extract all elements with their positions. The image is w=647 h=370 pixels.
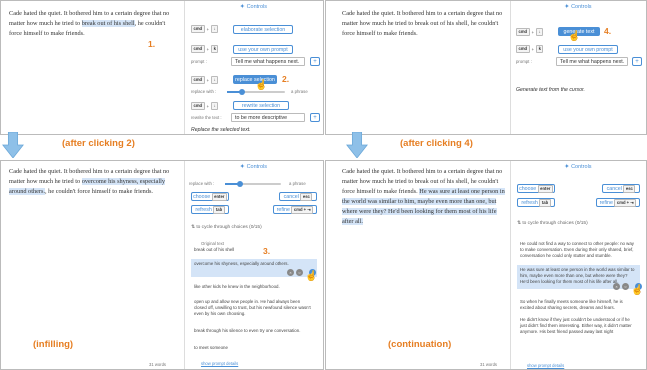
- word-count: 31 words: [149, 362, 166, 367]
- rewrite-input[interactable]: to be more descriptive: [231, 113, 305, 122]
- controls-header: ✦ Controls: [564, 164, 592, 170]
- prompt-label: prompt :: [191, 59, 207, 64]
- shortcut-replace: cmd + ↓: [191, 76, 219, 84]
- use-prompt-button[interactable]: use your own prompt: [233, 45, 293, 54]
- a-phrase-label: a phrase: [291, 89, 308, 94]
- refresh-button[interactable]: refresh tab: [517, 198, 555, 207]
- edit-icon[interactable]: ○: [622, 283, 629, 290]
- replace-length-slider[interactable]: [225, 181, 281, 187]
- replace-with-label: replace with :: [191, 89, 217, 94]
- caption-continuation: (continuation): [388, 339, 452, 350]
- sparkle-icon: ✦: [239, 164, 245, 170]
- show-prompt-link[interactable]: show prompt details: [527, 363, 564, 368]
- cancel-button[interactable]: cancel esc: [279, 192, 317, 201]
- reject-icon[interactable]: ×: [613, 283, 620, 290]
- cycle-hint: ⇅ to cycle through choices (0/15): [191, 225, 262, 230]
- choice-item[interactable]: He could not find a way to connect to ot…: [517, 239, 640, 261]
- controls-header: ✦ Controls: [239, 164, 268, 170]
- caption-after-clicking-4: (after clicking 4): [400, 138, 473, 149]
- annotation-1: 1.: [148, 39, 156, 49]
- editor-text[interactable]: Cade hated the quiet. It bothered him to…: [342, 167, 508, 227]
- shortcut-rewrite: cmd + ↓: [191, 102, 219, 110]
- cursor-hand-icon: ☝: [255, 80, 268, 91]
- replace-length-slider[interactable]: [227, 89, 285, 95]
- reject-icon[interactable]: ×: [287, 269, 294, 276]
- shortcut-elaborate: cmd + ↓: [191, 25, 219, 33]
- rewrite-label: rewrite the text :: [191, 115, 222, 120]
- status-message: Replace the selected text.: [191, 127, 251, 133]
- caption-infilling: (infilling): [33, 339, 74, 350]
- cursor-hand-icon: ☝: [631, 285, 644, 296]
- panel-top-right: Cade hated the quiet. It bothered him to…: [325, 0, 647, 135]
- add-prompt-button[interactable]: +: [310, 57, 320, 66]
- annotation-2: 2.: [282, 74, 290, 84]
- word-count: 31 words: [480, 362, 497, 367]
- sparkle-icon: ✦: [239, 4, 245, 10]
- editor-text[interactable]: Cade hated the quiet. It bothered him to…: [9, 9, 179, 39]
- down-arrow-icon: [2, 132, 24, 158]
- sparkle-icon: ✦: [564, 4, 570, 10]
- add-prompt-button[interactable]: +: [632, 57, 642, 66]
- sparkle-icon: ✦: [564, 164, 570, 170]
- annotation-3: 3.: [263, 246, 271, 256]
- controls-header: ✦ Controls: [239, 4, 268, 10]
- prompt-label: prompt :: [516, 59, 532, 64]
- add-rewrite-button[interactable]: +: [310, 113, 320, 122]
- choice-item[interactable]: He didn't know if they just couldn't be …: [517, 315, 640, 337]
- cursor-hand-icon: ☝: [305, 271, 318, 282]
- caption-after-clicking-2: (after clicking 2): [62, 138, 135, 149]
- shortcut-generate: cmd + ↓: [516, 28, 544, 36]
- choice-item[interactable]: break out of his shell: [191, 245, 317, 255]
- choice-item[interactable]: open up and allow new people in. He had …: [191, 297, 317, 319]
- prompt-input[interactable]: Tell me what happens next.: [556, 57, 628, 66]
- choices-list: Original text break out of his shell 3. …: [185, 233, 323, 369]
- use-prompt-button[interactable]: use your own prompt: [558, 45, 618, 54]
- prompt-input[interactable]: Tell me what happens next.: [231, 57, 305, 66]
- controls-header: ✦ Controls: [564, 4, 592, 10]
- cancel-button[interactable]: cancel esc: [602, 184, 640, 193]
- rewrite-button[interactable]: rewrite selection: [233, 101, 289, 110]
- elaborate-button[interactable]: elaborate selection: [233, 25, 293, 34]
- a-phrase-label: a phrase: [289, 181, 306, 186]
- choice-item[interactable]: So when he finally meets someone like hi…: [517, 297, 640, 313]
- refine-button[interactable]: refine cmd + ⇥: [273, 205, 317, 214]
- panel-top-left: Cade hated the quiet. It bothered him to…: [0, 0, 324, 135]
- divider: [184, 1, 185, 134]
- panel-bottom-right: Cade hated the quiet. It bothered him to…: [325, 160, 647, 370]
- panel-bottom-left: Cade hated the quiet. It bothered him to…: [0, 160, 324, 370]
- choose-button[interactable]: choose enter: [191, 192, 229, 201]
- replace-with-label: replace with :: [189, 181, 215, 186]
- choice-item[interactable]: to meet someone: [191, 343, 317, 353]
- status-message: Generate text from the cursor.: [516, 87, 586, 93]
- choice-item[interactable]: break through his silence to even try on…: [191, 326, 317, 336]
- cycle-hint: ⇅ to cycle through choices (0/15): [517, 221, 588, 226]
- shortcut-prompt: cmd + k: [191, 45, 219, 53]
- editor-text[interactable]: Cade hated the quiet. It bothered him to…: [342, 9, 508, 39]
- text-selection[interactable]: break out of his shell: [81, 20, 135, 27]
- refresh-button[interactable]: refresh tab: [191, 205, 229, 214]
- annotation-4: 4.: [604, 26, 612, 36]
- divider: [510, 1, 511, 134]
- choice-item[interactable]: like other kids he knew in the neighborh…: [191, 282, 317, 292]
- shortcut-prompt: cmd + k: [516, 45, 544, 53]
- down-arrow-icon: [346, 132, 368, 158]
- cursor-hand-icon: ☝: [568, 31, 581, 42]
- show-prompt-link[interactable]: show prompt details: [201, 361, 238, 366]
- choices-list: He could not find a way to connect to ot…: [511, 237, 646, 369]
- edit-icon[interactable]: ○: [296, 269, 303, 276]
- refine-button[interactable]: refine cmd + ⇥: [596, 198, 640, 207]
- editor-text[interactable]: Cade hated the quiet. It bothered him to…: [9, 167, 179, 197]
- choose-button[interactable]: choose enter: [517, 184, 555, 193]
